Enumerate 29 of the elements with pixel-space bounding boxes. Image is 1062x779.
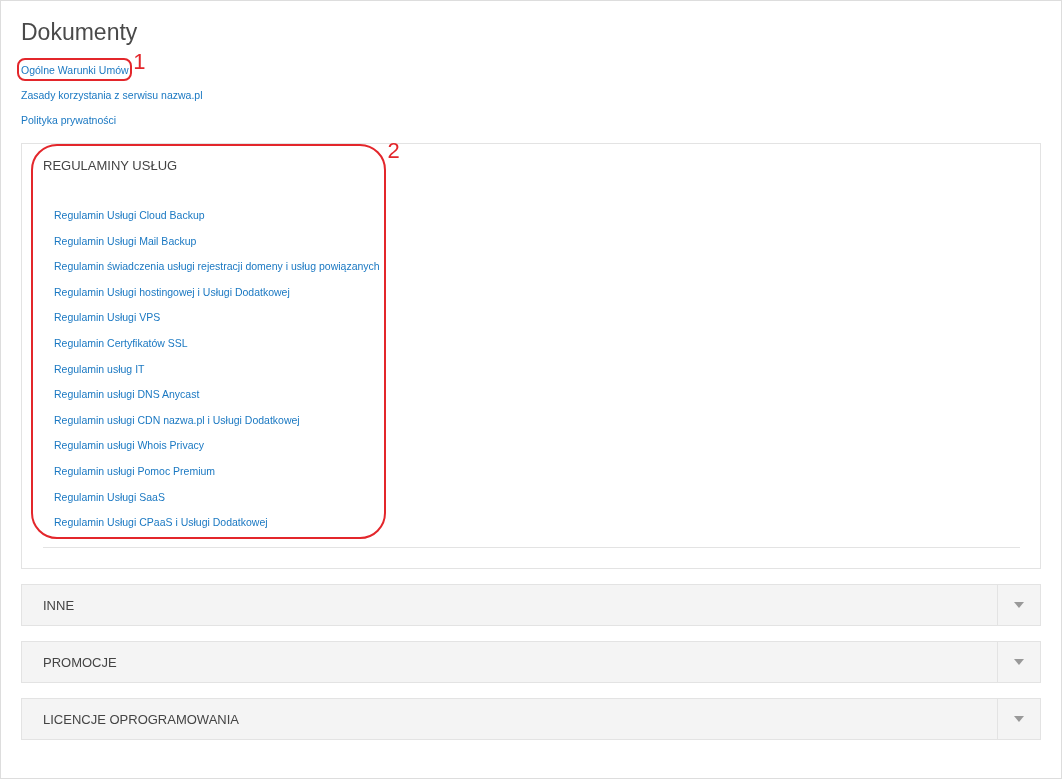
document-link[interactable]: Regulamin Usługi SaaS (54, 489, 165, 504)
document-link[interactable]: Regulamin usługi CDN nazwa.pl i Usługi Dodatkowej (54, 412, 300, 427)
document-link[interactable]: Regulamin Usługi Mail Backup (54, 233, 197, 248)
accordion-header[interactable]: INNE (21, 584, 1041, 627)
document-link[interactable]: Regulamin Usługi hostingowej i Usługi Dodatkowej (54, 284, 290, 299)
accordion-header[interactable]: LICENCJE OPROGRAMOWANIA (21, 698, 1041, 741)
document-link[interactable]: Regulamin Usługi VPS (54, 310, 161, 325)
document-link[interactable]: Regulamin Usługi CPaaS i Usługi Dodatkowej (54, 515, 268, 530)
document-link[interactable]: Regulamin Usługi Cloud Backup (54, 208, 205, 222)
document-link[interactable]: Regulamin usług IT (54, 361, 145, 376)
document-link[interactable]: Zasady korzystania z serwisu nazwa.pl (21, 89, 203, 101)
document-link[interactable]: Polityka prywatności (21, 114, 117, 126)
section-title: LICENCJE OPROGRAMOWANIA (42, 710, 240, 729)
document-link[interactable]: Regulamin usługi DNS Anycast (54, 387, 200, 402)
caret-icon (1014, 716, 1024, 723)
section-title: INNE (42, 596, 76, 615)
document-link[interactable]: Regulamin świadczenia usługi rejestracji domeny i usług powiązanych (54, 259, 380, 274)
document-link[interactable]: Regulamin Certyfikatów SSL (54, 335, 188, 350)
document-link[interactable]: Regulamin usługi Whois Privacy (54, 438, 204, 453)
caret-icon (1014, 602, 1024, 609)
document-link[interactable]: Regulamin usługi Pomoc Premium (54, 463, 216, 478)
accordion-header[interactable]: PROMOCJE (21, 641, 1041, 684)
annotation-number: 1 (133, 51, 146, 73)
section-title[interactable]: REGULAMINY USŁUG (43, 158, 380, 173)
annotation-number: 2 (387, 140, 400, 162)
document-link[interactable]: Ogólne Warunki Umów (21, 64, 129, 76)
section-title: PROMOCJE (42, 653, 118, 672)
caret-icon (1014, 659, 1024, 666)
page-title: Dokumenty (21, 19, 139, 46)
